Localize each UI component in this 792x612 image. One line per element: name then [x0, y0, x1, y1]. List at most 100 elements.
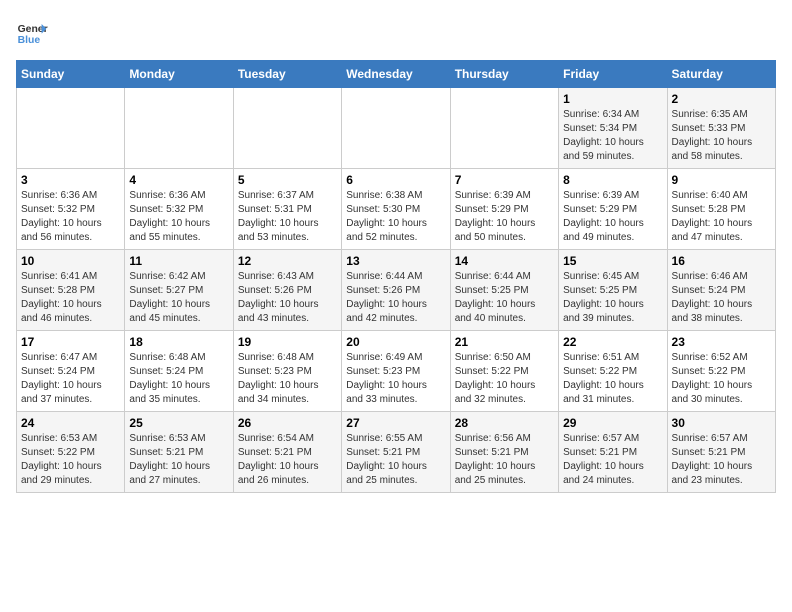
day-info: Sunrise: 6:43 AMSunset: 5:26 PMDaylight:… — [238, 270, 337, 326]
day-cell: 8 Sunrise: 6:39 AMSunset: 5:29 PMDaylight… — [559, 169, 667, 250]
day-number: 27 — [346, 416, 445, 430]
day-info: Sunrise: 6:51 AMSunset: 5:22 PMDaylight:… — [563, 351, 662, 407]
day-info: Sunrise: 6:55 AMSunset: 5:21 PMDaylight:… — [346, 432, 445, 488]
day-cell: 24 Sunrise: 6:53 AMSunset: 5:22 PMDayligh… — [17, 412, 125, 493]
day-cell — [342, 88, 450, 169]
day-info: Sunrise: 6:44 AMSunset: 5:25 PMDaylight:… — [455, 270, 554, 326]
day-cell: 6 Sunrise: 6:38 AMSunset: 5:30 PMDaylight… — [342, 169, 450, 250]
header-wednesday: Wednesday — [342, 61, 450, 88]
day-cell: 10 Sunrise: 6:41 AMSunset: 5:28 PMDayligh… — [17, 250, 125, 331]
day-number: 16 — [672, 254, 771, 268]
day-number: 22 — [563, 335, 662, 349]
day-number: 15 — [563, 254, 662, 268]
day-info: Sunrise: 6:37 AMSunset: 5:31 PMDaylight:… — [238, 189, 337, 245]
header-sunday: Sunday — [17, 61, 125, 88]
day-cell — [125, 88, 233, 169]
day-number: 12 — [238, 254, 337, 268]
day-info: Sunrise: 6:44 AMSunset: 5:26 PMDaylight:… — [346, 270, 445, 326]
day-cell: 15 Sunrise: 6:45 AMSunset: 5:25 PMDayligh… — [559, 250, 667, 331]
day-cell: 12 Sunrise: 6:43 AMSunset: 5:26 PMDayligh… — [233, 250, 341, 331]
day-number: 17 — [21, 335, 120, 349]
day-cell — [17, 88, 125, 169]
day-number: 25 — [129, 416, 228, 430]
day-cell: 30Sunrise: 6:57 AMSunset: 5:21 PMDayligh… — [667, 412, 775, 493]
day-number: 13 — [346, 254, 445, 268]
day-info: Sunrise: 6:53 AMSunset: 5:22 PMDaylight:… — [21, 432, 120, 488]
day-cell: 11Sunrise: 6:42 AMSunset: 5:27 PMDayligh… — [125, 250, 233, 331]
calendar-table: SundayMondayTuesdayWednesdayThursdayFrid… — [16, 60, 776, 493]
day-number: 9 — [672, 173, 771, 187]
day-cell: 5 Sunrise: 6:37 AMSunset: 5:31 PMDaylight… — [233, 169, 341, 250]
logo: General Blue — [16, 16, 48, 48]
day-cell: 23 Sunrise: 6:52 AMSunset: 5:22 PMDayligh… — [667, 331, 775, 412]
calendar-header-row: SundayMondayTuesdayWednesdayThursdayFrid… — [17, 61, 776, 88]
day-cell: 25Sunrise: 6:53 AMSunset: 5:21 PMDayligh… — [125, 412, 233, 493]
day-info: Sunrise: 6:45 AMSunset: 5:25 PMDaylight:… — [563, 270, 662, 326]
day-cell: 29 Sunrise: 6:57 AMSunset: 5:21 PMDayligh… — [559, 412, 667, 493]
day-cell: 3 Sunrise: 6:36 AMSunset: 5:32 PMDaylight… — [17, 169, 125, 250]
day-info: Sunrise: 6:57 AMSunset: 5:21 PMDaylight:… — [563, 432, 662, 488]
day-number: 20 — [346, 335, 445, 349]
header-tuesday: Tuesday — [233, 61, 341, 88]
week-row-3: 10 Sunrise: 6:41 AMSunset: 5:28 PMDayligh… — [17, 250, 776, 331]
day-number: 19 — [238, 335, 337, 349]
header-monday: Monday — [125, 61, 233, 88]
week-row-2: 3 Sunrise: 6:36 AMSunset: 5:32 PMDaylight… — [17, 169, 776, 250]
day-number: 2 — [672, 92, 771, 106]
day-cell: 16Sunrise: 6:46 AMSunset: 5:24 PMDayligh… — [667, 250, 775, 331]
day-info: Sunrise: 6:36 AMSunset: 5:32 PMDaylight:… — [21, 189, 120, 245]
day-number: 7 — [455, 173, 554, 187]
day-cell: 14 Sunrise: 6:44 AMSunset: 5:25 PMDayligh… — [450, 250, 558, 331]
day-cell: 26Sunrise: 6:54 AMSunset: 5:21 PMDayligh… — [233, 412, 341, 493]
day-info: Sunrise: 6:52 AMSunset: 5:22 PMDaylight:… — [672, 351, 771, 407]
header-saturday: Saturday — [667, 61, 775, 88]
day-cell: 9Sunrise: 6:40 AMSunset: 5:28 PMDaylight… — [667, 169, 775, 250]
day-info: Sunrise: 6:49 AMSunset: 5:23 PMDaylight:… — [346, 351, 445, 407]
day-cell: 17 Sunrise: 6:47 AMSunset: 5:24 PMDayligh… — [17, 331, 125, 412]
day-info: Sunrise: 6:38 AMSunset: 5:30 PMDaylight:… — [346, 189, 445, 245]
day-cell: 19 Sunrise: 6:48 AMSunset: 5:23 PMDayligh… — [233, 331, 341, 412]
day-number: 4 — [129, 173, 228, 187]
day-cell: 21 Sunrise: 6:50 AMSunset: 5:22 PMDayligh… — [450, 331, 558, 412]
day-number: 18 — [129, 335, 228, 349]
day-cell: 2 Sunrise: 6:35 AMSunset: 5:33 PMDaylight… — [667, 88, 775, 169]
header-thursday: Thursday — [450, 61, 558, 88]
day-info: Sunrise: 6:39 AMSunset: 5:29 PMDaylight:… — [563, 189, 662, 245]
week-row-5: 24 Sunrise: 6:53 AMSunset: 5:22 PMDayligh… — [17, 412, 776, 493]
day-number: 10 — [21, 254, 120, 268]
day-number: 21 — [455, 335, 554, 349]
day-cell: 20 Sunrise: 6:49 AMSunset: 5:23 PMDayligh… — [342, 331, 450, 412]
day-number: 29 — [563, 416, 662, 430]
day-number: 28 — [455, 416, 554, 430]
day-number: 8 — [563, 173, 662, 187]
day-number: 3 — [21, 173, 120, 187]
day-number: 30 — [672, 416, 771, 430]
day-number: 14 — [455, 254, 554, 268]
day-number: 6 — [346, 173, 445, 187]
day-cell: 4 Sunrise: 6:36 AMSunset: 5:32 PMDaylight… — [125, 169, 233, 250]
day-cell — [233, 88, 341, 169]
day-cell: 7Sunrise: 6:39 AMSunset: 5:29 PMDaylight… — [450, 169, 558, 250]
day-info: Sunrise: 6:47 AMSunset: 5:24 PMDaylight:… — [21, 351, 120, 407]
day-info: Sunrise: 6:36 AMSunset: 5:32 PMDaylight:… — [129, 189, 228, 245]
day-info: Sunrise: 6:48 AMSunset: 5:24 PMDaylight:… — [129, 351, 228, 407]
day-cell: 28 Sunrise: 6:56 AMSunset: 5:21 PMDayligh… — [450, 412, 558, 493]
day-number: 5 — [238, 173, 337, 187]
day-info: Sunrise: 6:56 AMSunset: 5:21 PMDaylight:… — [455, 432, 554, 488]
day-info: Sunrise: 6:35 AMSunset: 5:33 PMDaylight:… — [672, 108, 771, 164]
day-cell: 27 Sunrise: 6:55 AMSunset: 5:21 PMDayligh… — [342, 412, 450, 493]
day-info: Sunrise: 6:34 AMSunset: 5:34 PMDaylight:… — [563, 108, 662, 164]
day-info: Sunrise: 6:48 AMSunset: 5:23 PMDaylight:… — [238, 351, 337, 407]
header-friday: Friday — [559, 61, 667, 88]
day-number: 23 — [672, 335, 771, 349]
day-cell: 13 Sunrise: 6:44 AMSunset: 5:26 PMDayligh… — [342, 250, 450, 331]
day-number: 26 — [238, 416, 337, 430]
svg-text:Blue: Blue — [18, 35, 41, 46]
day-cell: 22 Sunrise: 6:51 AMSunset: 5:22 PMDayligh… — [559, 331, 667, 412]
day-cell: 1 Sunrise: 6:34 AMSunset: 5:34 PMDaylight… — [559, 88, 667, 169]
day-number: 24 — [21, 416, 120, 430]
week-row-1: 1 Sunrise: 6:34 AMSunset: 5:34 PMDaylight… — [17, 88, 776, 169]
day-number: 1 — [563, 92, 662, 106]
day-info: Sunrise: 6:41 AMSunset: 5:28 PMDaylight:… — [21, 270, 120, 326]
day-info: Sunrise: 6:50 AMSunset: 5:22 PMDaylight:… — [455, 351, 554, 407]
